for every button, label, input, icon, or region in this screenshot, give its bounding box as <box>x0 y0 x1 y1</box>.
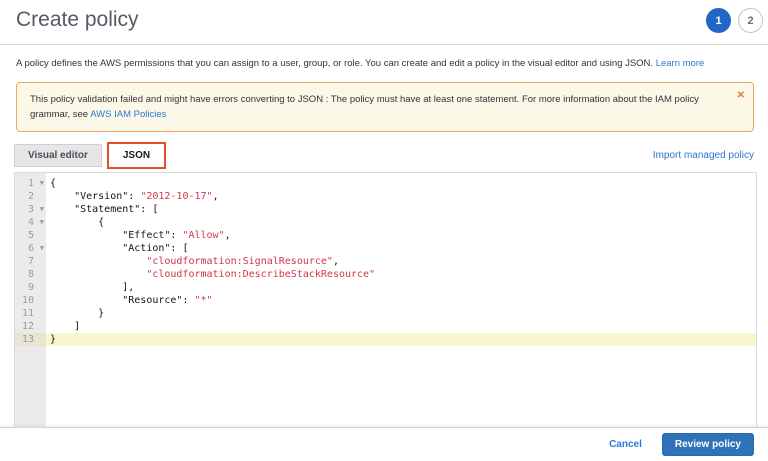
page-title: Create policy <box>16 8 139 32</box>
code-string-token: "Allow" <box>182 230 224 241</box>
code-token: } <box>50 334 56 345</box>
line-number[interactable]: 8 <box>15 268 46 281</box>
fold-toggle-icon[interactable]: ▼ <box>40 177 44 190</box>
line-number[interactable]: 5 <box>15 229 46 242</box>
line-number[interactable]: 7 <box>15 255 46 268</box>
code-line[interactable]: } <box>46 333 756 346</box>
code-string-token: "*" <box>194 295 212 306</box>
code-token: { <box>50 178 56 189</box>
line-number[interactable]: 12 <box>15 320 46 333</box>
code-token: "Version": <box>74 191 140 202</box>
code-token: ] <box>74 321 80 332</box>
code-string-token: "cloudformation:DescribeStackResource" <box>146 269 375 280</box>
page-description: A policy defines the AWS permissions tha… <box>16 58 754 69</box>
learn-more-link[interactable]: Learn more <box>656 58 705 69</box>
cancel-button[interactable]: Cancel <box>609 439 642 450</box>
step-indicator: 1 2 <box>706 8 763 33</box>
step-2-indicator: 2 <box>738 8 763 33</box>
code-line[interactable]: { <box>46 216 756 229</box>
code-string-token: "2012-10-17" <box>140 191 212 202</box>
code-line[interactable]: "Version": "2012-10-17", <box>46 190 756 203</box>
line-number[interactable]: 13 <box>15 333 46 346</box>
code-line[interactable]: ], <box>46 281 756 294</box>
editor-tabs: Visual editor JSON Import managed policy <box>14 143 754 167</box>
editor-gutter: 1▼23▼4▼56▼78910111213 <box>15 173 46 428</box>
review-policy-button[interactable]: Review policy <box>662 433 754 456</box>
code-token: { <box>98 217 104 228</box>
code-line[interactable]: "Resource": "*" <box>46 294 756 307</box>
banner-aws-iam-policies-link[interactable]: AWS IAM Policies <box>90 109 166 120</box>
line-number[interactable]: 2 <box>15 190 46 203</box>
json-policy-editor[interactable]: 1▼23▼4▼56▼78910111213 {"Version": "2012-… <box>14 172 757 429</box>
code-line[interactable]: "cloudformation:SignalResource", <box>46 255 756 268</box>
editor-code-area[interactable]: {"Version": "2012-10-17","Statement": [{… <box>46 173 756 428</box>
fold-toggle-icon[interactable]: ▼ <box>40 203 44 216</box>
code-token: , <box>225 230 231 241</box>
code-token: ], <box>122 282 134 293</box>
code-token: } <box>98 308 104 319</box>
code-string-token: "cloudformation:SignalResource" <box>146 256 333 267</box>
line-number[interactable]: 9 <box>15 281 46 294</box>
validation-error-banner: This policy validation failed and might … <box>16 82 754 132</box>
description-text: A policy defines the AWS permissions tha… <box>16 58 656 69</box>
line-number[interactable]: 1▼ <box>15 177 46 190</box>
line-number[interactable]: 6▼ <box>15 242 46 255</box>
step-1-indicator: 1 <box>706 8 731 33</box>
code-line[interactable]: "Action": [ <box>46 242 756 255</box>
footer-bar: Cancel Review policy <box>0 427 768 461</box>
line-number[interactable]: 4▼ <box>15 216 46 229</box>
code-token: , <box>333 256 339 267</box>
code-token: "Action": [ <box>122 243 188 254</box>
fold-toggle-icon[interactable]: ▼ <box>40 242 44 255</box>
tab-visual-editor[interactable]: Visual editor <box>14 144 102 167</box>
banner-close-icon[interactable]: ✕ <box>737 88 745 103</box>
code-line[interactable]: "Effect": "Allow", <box>46 229 756 242</box>
code-token: "Statement": [ <box>74 204 158 215</box>
code-line[interactable]: "cloudformation:DescribeStackResource" <box>46 268 756 281</box>
page-header: Create policy 1 2 <box>0 0 768 45</box>
line-number[interactable]: 10 <box>15 294 46 307</box>
import-managed-policy-link[interactable]: Import managed policy <box>653 150 754 161</box>
code-token: "Resource": <box>122 295 194 306</box>
code-line[interactable]: ] <box>46 320 756 333</box>
create-policy-page: Create policy 1 2 A policy defines the A… <box>0 0 768 461</box>
code-line[interactable]: } <box>46 307 756 320</box>
fold-toggle-icon[interactable]: ▼ <box>40 216 44 229</box>
code-line[interactable]: "Statement": [ <box>46 203 756 216</box>
code-token: "Effect": <box>122 230 182 241</box>
line-number[interactable]: 3▼ <box>15 203 46 216</box>
code-line[interactable]: { <box>46 177 756 190</box>
line-number[interactable]: 11 <box>15 307 46 320</box>
code-token: , <box>213 191 219 202</box>
tab-json[interactable]: JSON <box>110 145 163 166</box>
